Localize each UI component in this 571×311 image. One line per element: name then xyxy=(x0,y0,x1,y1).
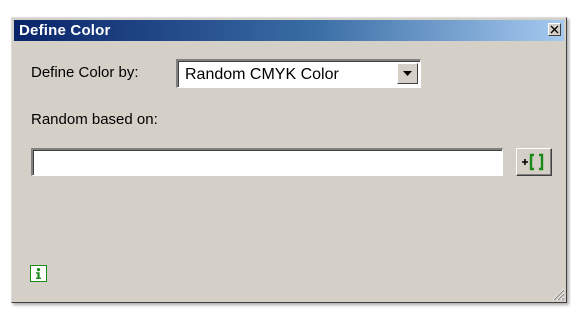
dialog-title: Define Color xyxy=(19,22,111,39)
define-color-by-select[interactable]: Random CMYK Color xyxy=(176,59,421,88)
add-token-button[interactable] xyxy=(516,148,552,176)
random-based-on-input[interactable] xyxy=(31,148,503,176)
define-color-by-value: Random CMYK Color xyxy=(185,66,339,83)
close-button[interactable] xyxy=(548,23,561,36)
define-color-dialog: Define Color Define Color by: Random CMY… xyxy=(11,17,567,303)
resize-grip-icon[interactable] xyxy=(551,287,565,301)
close-icon xyxy=(550,25,559,34)
random-based-on-label: Random based on: xyxy=(31,111,158,128)
define-color-by-label: Define Color by: xyxy=(31,64,139,81)
chevron-down-icon xyxy=(403,71,412,76)
add-token-icon xyxy=(522,153,544,171)
title-bar[interactable]: Define Color xyxy=(14,20,564,41)
info-button[interactable] xyxy=(30,265,47,282)
dropdown-button[interactable] xyxy=(397,63,418,84)
info-icon xyxy=(36,268,41,279)
